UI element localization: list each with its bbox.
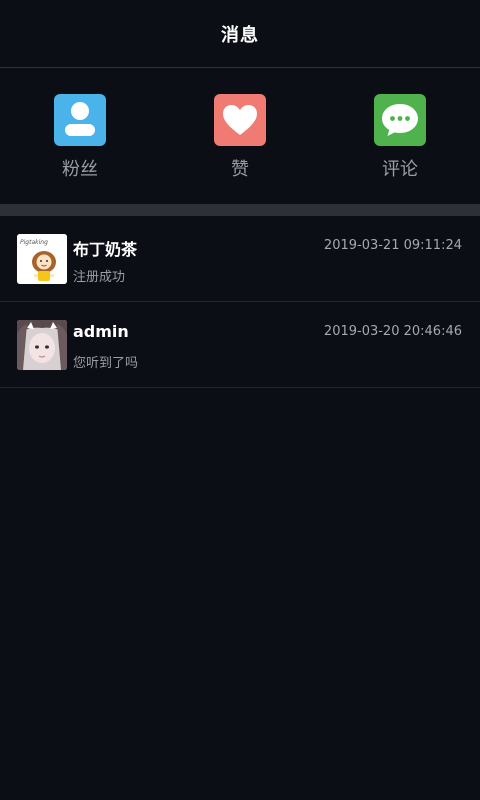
chat-bubble-icon xyxy=(382,104,418,136)
message-timestamp: 2019-03-20 20:46:46 xyxy=(323,324,462,339)
selfie-girl-image xyxy=(17,320,67,370)
message-sender-name: admin xyxy=(73,322,129,341)
heart-icon xyxy=(223,105,257,135)
selfie-girl-avatar xyxy=(17,320,67,370)
category-label: 评论 xyxy=(382,159,418,180)
category-row: 粉丝 赞 评论 xyxy=(0,68,480,204)
cartoon-girl-image: Pigtaking xyxy=(17,234,67,284)
message-list: Pigtaking 布丁奶茶 2019-03-21 09:11:24 注册成功 xyxy=(0,216,480,388)
category-likes[interactable]: 赞 xyxy=(213,68,267,204)
top-bar: 消息 xyxy=(0,0,480,68)
svg-text:Pigtaking: Pigtaking xyxy=(20,239,48,246)
message-item[interactable]: Pigtaking 布丁奶茶 2019-03-21 09:11:24 注册成功 xyxy=(0,216,480,302)
message-preview: 注册成功 xyxy=(73,270,126,285)
likes-icon-tile xyxy=(214,94,266,146)
category-comments[interactable]: 评论 xyxy=(373,68,427,204)
message-preview: 您听到了吗 xyxy=(73,356,139,371)
section-divider xyxy=(0,204,480,216)
category-label: 粉丝 xyxy=(62,159,98,180)
person-icon xyxy=(65,102,95,136)
page-title: 消息 xyxy=(221,24,259,46)
category-fans[interactable]: 粉丝 xyxy=(53,68,107,204)
comments-icon-tile xyxy=(374,94,426,146)
category-label: 赞 xyxy=(231,159,249,180)
messages-screen: 消息 粉丝 赞 评论 Pigtaking 布丁奶茶 2019-03-21 09:… xyxy=(0,0,480,800)
message-sender-name: 布丁奶茶 xyxy=(73,240,138,259)
cartoon-girl-avatar: Pigtaking xyxy=(17,234,67,284)
message-timestamp: 2019-03-21 09:11:24 xyxy=(323,238,462,253)
message-item[interactable]: admin 2019-03-20 20:46:46 您听到了吗 xyxy=(0,302,480,388)
fans-icon-tile xyxy=(54,94,106,146)
